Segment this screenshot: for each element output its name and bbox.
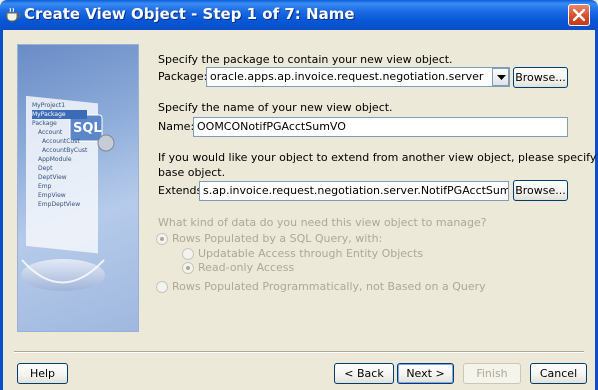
tree-item: MyPackage	[32, 110, 88, 119]
name-instruction: Specify the name of your new view object…	[158, 101, 393, 114]
illustration-tree: MyProject1 MyPackage Package Account Acc…	[32, 101, 88, 209]
finish-button[interactable]: Finish	[463, 363, 521, 384]
radio-updatable-access-label: Updatable Access through Entity Objects	[198, 247, 424, 260]
radio-programmatic-label: Rows Populated Programmatically, not Bas…	[172, 280, 486, 293]
cup-icon	[5, 7, 21, 23]
close-button[interactable]	[568, 4, 590, 26]
extends-instruction-line2: base object.	[158, 166, 226, 179]
tree-item: Package	[32, 120, 57, 127]
footer-separator	[14, 351, 584, 353]
name-label: Name:	[158, 120, 195, 133]
tree-item: AppModule	[38, 156, 72, 163]
tree-item: Emp	[38, 183, 52, 190]
tree-item: MyProject1	[32, 102, 66, 109]
package-instruction: Specify the package to contain your new …	[158, 53, 453, 66]
back-button[interactable]: < Back	[334, 363, 394, 384]
tree-item: Dept	[38, 165, 53, 172]
package-browse-button[interactable]: Browse...	[513, 67, 568, 88]
title-bar: Create View Object - Step 1 of 7: Name	[0, 0, 598, 30]
package-label: Package:	[158, 70, 208, 83]
extends-browse-button[interactable]: Browse...	[513, 180, 568, 201]
package-value: oracle.apps.ap.invoice.request.negotiati…	[210, 70, 484, 83]
radio-readonly-access[interactable]	[182, 262, 194, 274]
tree-item: Account	[38, 129, 63, 136]
help-button[interactable]: Help	[17, 363, 68, 384]
tree-item: AccountByCust	[42, 147, 88, 154]
extends-instruction-line1: If you would like your object to extend …	[158, 151, 598, 164]
radio-readonly-access-label: Read-only Access	[198, 261, 295, 274]
package-dropdown-button[interactable]	[492, 68, 509, 86]
next-button[interactable]: Next >	[397, 363, 454, 384]
window-frame-left	[0, 30, 3, 390]
cancel-button[interactable]: Cancel	[530, 363, 587, 384]
tree-item: EmpDeptView	[38, 201, 81, 208]
radio-programmatic[interactable]	[156, 281, 168, 293]
radio-sql-query[interactable]	[156, 233, 168, 245]
name-input[interactable]: OOMCONotifPGAcctSumVO	[193, 117, 568, 137]
name-value: OOMCONotifPGAcctSumVO	[197, 120, 346, 133]
radio-updatable-access[interactable]	[182, 248, 194, 260]
window-title: Create View Object - Step 1 of 7: Name	[24, 5, 355, 23]
radio-sql-query-label: Rows Populated by a SQL Query, with:	[172, 232, 383, 245]
package-combobox[interactable]: oracle.apps.ap.invoice.request.negotiati…	[206, 67, 510, 87]
tree-item: DeptView	[38, 174, 67, 181]
data-kind-question: What kind of data do you need this view …	[158, 216, 487, 229]
wizard-illustration: SQL MyProject1 MyPackage Package Account…	[17, 44, 139, 332]
extends-input[interactable]: s.ap.invoice.request.negotiation.server.…	[199, 181, 509, 201]
extends-value: s.ap.invoice.request.negotiation.server.…	[203, 184, 509, 197]
tree-item: AccountCust	[42, 138, 80, 145]
tree-item: EmpView	[38, 192, 66, 199]
